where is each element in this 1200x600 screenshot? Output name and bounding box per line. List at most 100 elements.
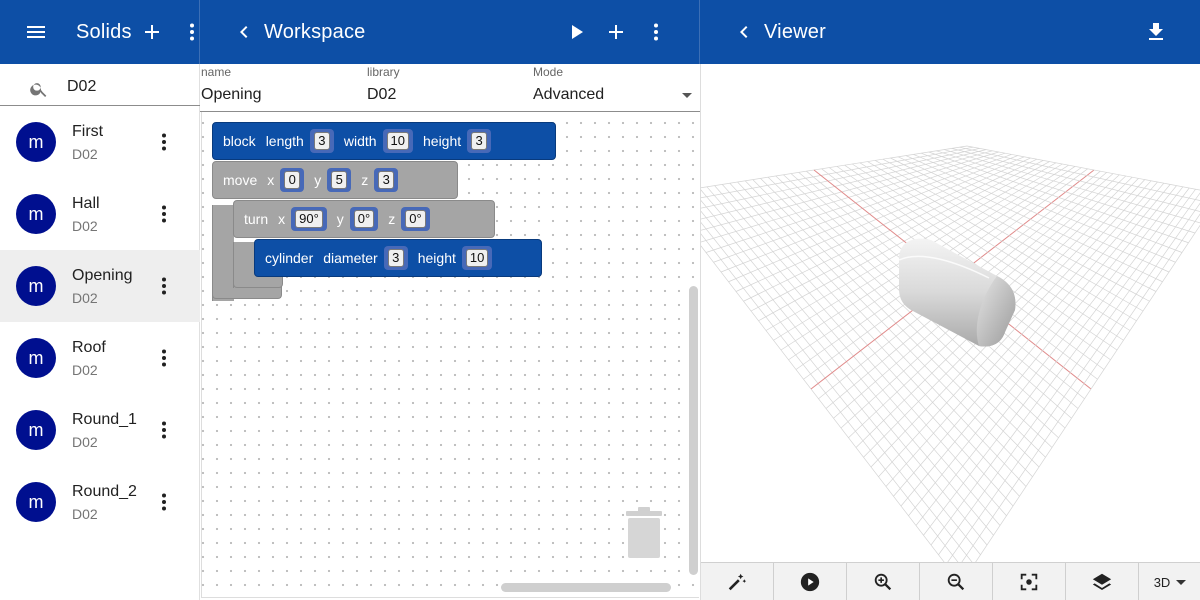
name-value[interactable]: Opening xyxy=(201,86,262,104)
search-icon xyxy=(29,79,49,104)
viewer-back-chevron-icon[interactable] xyxy=(732,20,756,44)
trash-can-icon[interactable] xyxy=(620,505,668,572)
view-mode-value[interactable]: 3D xyxy=(1154,575,1171,590)
download-icon[interactable] xyxy=(1144,20,1168,44)
run-icon[interactable] xyxy=(564,20,588,44)
move-z-value[interactable]: 3 xyxy=(378,171,395,189)
solid-model xyxy=(898,238,1016,347)
cylinder-diameter-value[interactable]: 3 xyxy=(387,249,404,267)
zoom-out-icon[interactable] xyxy=(920,563,993,600)
vertical-scrollbar[interactable] xyxy=(689,286,698,575)
zoom-in-icon[interactable] xyxy=(847,563,920,600)
blockly-workspace[interactable]: block length 3 width 10 height 3 move x … xyxy=(201,112,699,598)
menu-icon[interactable] xyxy=(24,20,48,44)
add-icon[interactable] xyxy=(140,20,164,44)
solid-library: D02 xyxy=(72,218,98,234)
cylinder-height-value[interactable]: 10 xyxy=(465,249,489,267)
view-mode-select[interactable]: 3D xyxy=(1139,563,1200,600)
block-height-value[interactable]: 3 xyxy=(471,132,488,150)
solid-name: Roof xyxy=(72,339,106,356)
avatar: m xyxy=(16,194,56,234)
list-item[interactable]: m Opening D02 xyxy=(0,250,200,322)
turn-x-value[interactable]: 90° xyxy=(295,210,323,228)
cylinder-diameter-label: diameter xyxy=(323,250,378,266)
solid-name: Opening xyxy=(72,267,133,284)
play-circle-icon[interactable] xyxy=(774,563,847,600)
avatar: m xyxy=(16,122,56,162)
block-height-input[interactable]: 3 xyxy=(467,129,492,153)
move-x-input[interactable]: 0 xyxy=(280,168,305,192)
grid-line xyxy=(923,187,1190,536)
move-y-value[interactable]: 5 xyxy=(331,171,348,189)
turn-x-input[interactable]: 90° xyxy=(291,207,327,231)
list-item[interactable]: m Round_1 D02 xyxy=(0,394,200,466)
search-bar xyxy=(0,64,200,106)
solid-library: D02 xyxy=(72,506,98,522)
move-x-value[interactable]: 0 xyxy=(284,171,301,189)
more-vert-icon[interactable] xyxy=(152,490,176,514)
block-block[interactable]: block length 3 width 10 height 3 xyxy=(212,122,556,160)
block-keyword: block xyxy=(223,133,256,149)
turn-z-value[interactable]: 0° xyxy=(405,210,426,228)
more-vert-icon[interactable] xyxy=(152,346,176,370)
library-value[interactable]: D02 xyxy=(367,86,396,104)
viewer-app-bar: Viewer xyxy=(700,0,1200,64)
turn-z-label: z xyxy=(388,211,396,227)
solid-library: D02 xyxy=(72,290,98,306)
solid-properties: name Opening library D02 Mode Advanced xyxy=(200,64,700,112)
turn-x-label: x xyxy=(278,211,286,227)
name-label: name xyxy=(201,65,232,79)
list-item[interactable]: m Roof D02 xyxy=(0,322,200,394)
cylinder-block[interactable]: cylinder diameter 3 height 10 xyxy=(254,239,542,277)
more-vert-icon[interactable] xyxy=(152,418,176,442)
solid-library: D02 xyxy=(72,362,98,378)
move-block[interactable]: move x 0 y 5 z 3 xyxy=(212,161,458,199)
solid-name: Hall xyxy=(72,195,100,212)
layers-icon[interactable] xyxy=(1066,563,1139,600)
turn-block-footer xyxy=(233,276,283,288)
cylinder-height-input[interactable]: 10 xyxy=(461,246,493,270)
list-item[interactable]: m Hall D02 xyxy=(0,178,200,250)
block-width-value[interactable]: 10 xyxy=(386,132,409,150)
list-item[interactable]: m Round_2 D02 xyxy=(0,466,200,538)
library-label: library xyxy=(367,65,400,79)
block-length-value[interactable]: 3 xyxy=(313,132,330,150)
turn-z-input[interactable]: 0° xyxy=(401,207,430,231)
back-chevron-icon[interactable] xyxy=(232,20,256,44)
horizontal-scrollbar[interactable] xyxy=(501,583,671,592)
workspace-more-vert-icon[interactable] xyxy=(644,20,668,44)
more-vert-icon[interactable] xyxy=(152,202,176,226)
add-block-icon[interactable] xyxy=(604,20,628,44)
magic-wand-icon[interactable] xyxy=(701,563,774,600)
cylinder-diameter-input[interactable]: 3 xyxy=(383,246,408,270)
grid-line xyxy=(966,145,1200,191)
move-z-input[interactable]: 3 xyxy=(374,168,399,192)
block-length-input[interactable]: 3 xyxy=(309,129,334,153)
search-input[interactable] xyxy=(67,78,187,96)
grid-line xyxy=(930,188,1196,546)
fit-view-icon[interactable] xyxy=(993,563,1066,600)
block-height-label: height xyxy=(423,133,462,149)
more-vert-icon[interactable] xyxy=(152,130,176,154)
list-item[interactable]: m First D02 xyxy=(0,106,200,178)
move-keyword: move xyxy=(223,172,258,188)
turn-y-input[interactable]: 0° xyxy=(349,207,379,231)
solids-app-bar: Solids xyxy=(0,0,200,64)
3d-grid-scene xyxy=(660,145,1200,585)
chevron-down-icon[interactable] xyxy=(682,93,692,98)
move-y-input[interactable]: 5 xyxy=(327,168,352,192)
mode-value[interactable]: Advanced xyxy=(533,86,604,104)
workspace-panel: name Opening library D02 Mode Advanced b… xyxy=(200,64,700,600)
app: Solids Workspace Viewer D02 m First D02 … xyxy=(0,0,1200,600)
workspace-app-bar: Workspace xyxy=(200,0,700,64)
move-z-label: z xyxy=(361,172,369,188)
viewer-panel: 3D xyxy=(660,64,1200,600)
more-vert-icon[interactable] xyxy=(152,274,176,298)
avatar: m xyxy=(16,410,56,450)
grid-line xyxy=(690,150,993,234)
turn-y-value[interactable]: 0° xyxy=(353,210,375,228)
solid-name: Round_1 xyxy=(72,411,137,428)
3d-viewport[interactable] xyxy=(660,64,1200,585)
turn-block[interactable]: turn x 90° y 0° z 0° xyxy=(233,200,495,238)
block-width-input[interactable]: 10 xyxy=(382,129,413,153)
